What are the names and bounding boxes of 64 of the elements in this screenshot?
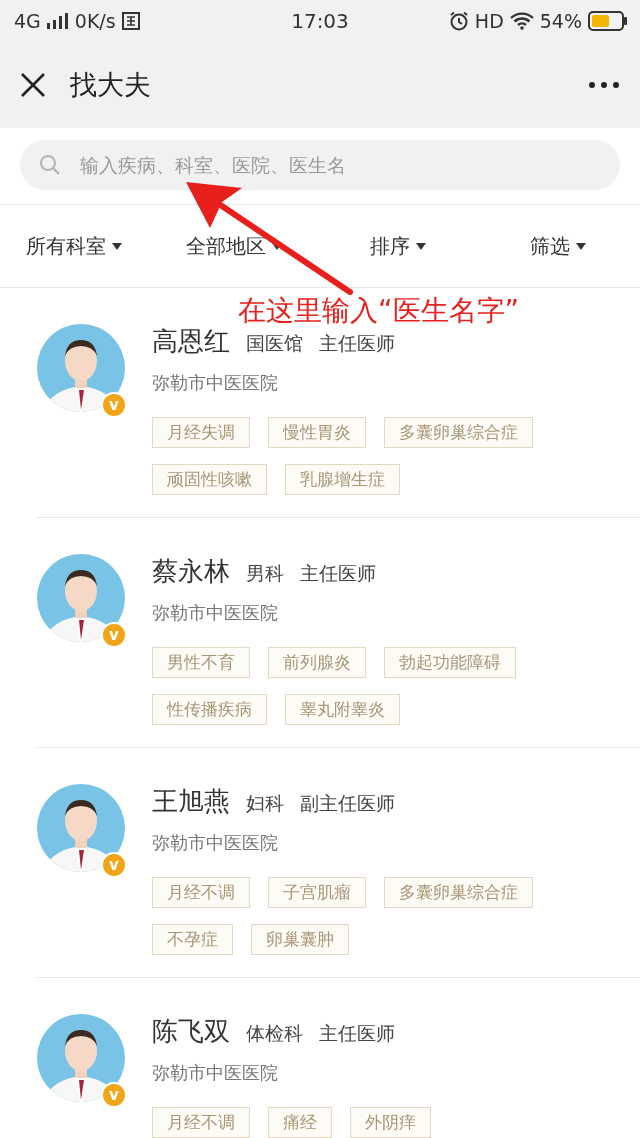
specialty-tag: 月经不调 xyxy=(152,1107,250,1138)
department: 体检科 xyxy=(246,1021,303,1046)
hospital-name: 弥勒市中医医院 xyxy=(152,371,279,395)
department: 男科 xyxy=(246,561,284,586)
specialty-tag: 不孕症 xyxy=(152,924,233,955)
doctor-title: 主任医师 xyxy=(319,1021,395,1046)
doctor-title: 副主任医师 xyxy=(300,791,395,816)
doctor-card[interactable]: v 王旭燕 妇科 副主任医师 弥勒市中医医院 月经不调 子宫肌瘤 多囊卵巢综合症 不孕症 卵巢囊肿 xyxy=(37,748,640,978)
specialty-tag: 睾丸附睾炎 xyxy=(285,694,400,725)
doctor-name: 蔡永林 xyxy=(152,555,230,588)
specialty-tag: 慢性胃炎 xyxy=(268,417,366,448)
network-type: 4G xyxy=(14,10,41,32)
doctor-name: 高恩红 xyxy=(152,325,230,358)
specialty-tag: 顽固性咳嗽 xyxy=(152,464,267,495)
search-icon xyxy=(38,153,62,177)
network-speed: 0K/s xyxy=(74,10,116,32)
annotation-text: 在这里输入“医生名字” xyxy=(238,293,519,329)
specialty-tag: 前列腺炎 xyxy=(268,647,366,678)
specialty-tag: 乳腺增生症 xyxy=(285,464,400,495)
filter-dropdown[interactable]: 排序 xyxy=(370,232,530,260)
specialty-tag: 外阴痒 xyxy=(350,1107,431,1138)
verified-badge: v xyxy=(101,1082,127,1108)
close-button[interactable] xyxy=(20,72,46,98)
caret-icon xyxy=(576,242,586,250)
sim-icon xyxy=(121,12,140,30)
specialty-tag: 勃起功能障碍 xyxy=(384,647,516,678)
caret-icon xyxy=(112,242,122,250)
specialty-tag: 多囊卵巢综合症 xyxy=(384,417,533,448)
status-time: 17:03 xyxy=(291,9,349,33)
specialty-tag: 卵巢囊肿 xyxy=(251,924,349,955)
specialty-tag: 痛经 xyxy=(268,1107,332,1138)
filter-dropdown[interactable]: 所有科室 xyxy=(26,232,186,260)
hospital-name: 弥勒市中医医院 xyxy=(152,601,279,625)
filter-dropdown[interactable]: 筛选 xyxy=(530,232,640,260)
specialty-tag: 月经不调 xyxy=(152,877,250,908)
wifi-icon xyxy=(509,12,534,30)
more-button[interactable] xyxy=(588,81,620,89)
specialty-tag: 性传播疾病 xyxy=(152,694,267,725)
verified-badge: v xyxy=(101,622,127,648)
search-field[interactable]: 输入疾病、科室、医院、医生名 xyxy=(20,140,620,190)
specialty-tag: 男性不育 xyxy=(152,647,250,678)
doctor-title: 主任医师 xyxy=(319,331,395,356)
doctor-name: 陈飞双 xyxy=(152,1015,230,1048)
specialty-tag: 月经失调 xyxy=(152,417,250,448)
department: 国医馆 xyxy=(246,331,303,356)
doctor-card[interactable]: v 陈飞双 体检科 主任医师 弥勒市中医医院 月经不调 痛经 外阴痒 xyxy=(37,978,640,1138)
battery-icon xyxy=(588,11,628,31)
signal-icon xyxy=(46,13,69,29)
battery-percent: 54% xyxy=(539,10,582,32)
verified-badge: v xyxy=(101,852,127,878)
caret-icon xyxy=(416,242,426,250)
alarm-icon xyxy=(448,11,469,31)
department: 妇科 xyxy=(246,791,284,816)
hospital-name: 弥勒市中医医院 xyxy=(152,1061,279,1085)
specialty-tag: 多囊卵巢综合症 xyxy=(384,877,533,908)
page-title: 找大夫 xyxy=(70,68,152,102)
doctor-title: 主任医师 xyxy=(300,561,376,586)
filter-dropdown[interactable]: 全部地区 xyxy=(186,232,370,260)
doctor-card[interactable]: v 蔡永林 男科 主任医师 弥勒市中医医院 男性不育 前列腺炎 勃起功能障碍 性传播疾病 睾丸附睾炎 xyxy=(37,518,640,748)
doctor-name: 王旭燕 xyxy=(152,785,230,818)
hospital-name: 弥勒市中医医院 xyxy=(152,831,279,855)
hd-label: HD xyxy=(474,10,504,32)
specialty-tag: 子宫肌瘤 xyxy=(268,877,366,908)
verified-badge: v xyxy=(101,392,127,418)
